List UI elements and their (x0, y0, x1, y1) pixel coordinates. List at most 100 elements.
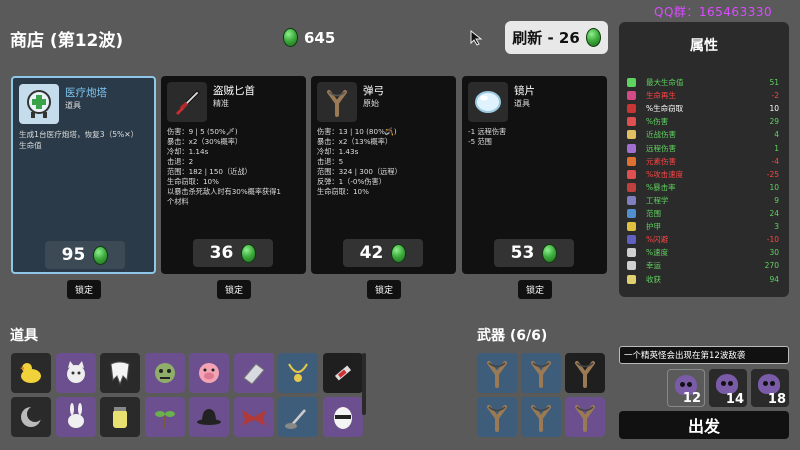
stat-value: 30 (769, 248, 779, 258)
material-gem-icon (93, 245, 109, 265)
stat-line: 个材料 (167, 197, 189, 206)
tooth-icon[interactable] (100, 353, 140, 393)
price-value: 42 (359, 243, 384, 263)
stat-label: 范围 (646, 209, 661, 218)
price-value: 95 (61, 245, 86, 265)
stats-panel: 属性 最大生命值 51 生命再生 -2 %生命窃取 10 %伤害 29 近战伤害 4 远程伤害 1 元素… (619, 22, 789, 297)
buy-button[interactable]: 95 (45, 241, 125, 269)
stat-icon (627, 222, 636, 232)
items-heading: 道具 (10, 328, 38, 344)
enemy-wave-slot[interactable]: 14 (709, 369, 747, 407)
stat-label: %生命窃取 (646, 104, 684, 114)
stat-icon (627, 235, 636, 245)
stat-value: -4 (771, 156, 779, 166)
lock-button[interactable]: 锁定 (67, 280, 101, 299)
stat-value: 94 (769, 274, 779, 284)
stat-row[interactable]: %速度 30 (627, 247, 779, 258)
crescent-icon[interactable] (11, 397, 51, 437)
material-gem-icon (585, 28, 601, 47)
slingshot-icon[interactable] (477, 397, 517, 437)
shop-card[interactable]: 镜片 道具 -1 远程伤害 -5 范围 53 (462, 76, 607, 274)
refresh-button[interactable]: 刷新 - 26 (505, 21, 608, 54)
stat-line: 生命窃取：10% (167, 177, 219, 186)
material-gem-icon (283, 28, 298, 47)
stat-icon (627, 169, 636, 179)
stat-label: %速度 (646, 248, 669, 258)
bowler-hat-icon[interactable] (189, 397, 229, 437)
stat-row[interactable]: 范围 24 (627, 208, 779, 219)
buy-button[interactable]: 42 (343, 239, 423, 267)
material-gem-icon (391, 243, 407, 263)
stat-icon (627, 91, 636, 101)
buy-button[interactable]: 53 (494, 239, 574, 267)
shop-card[interactable]: 弹弓 原始 伤害：13 | 10 (80%🪃) 暴击：x2（13%概率） 冷却：… (311, 76, 456, 274)
currency-display: 645 (283, 28, 335, 47)
stat-row[interactable]: 工程学 9 (627, 195, 779, 206)
item-stats: 伤害：13 | 10 (80%🪃) 暴击：x2（13%概率） 冷却：1.43s … (317, 127, 452, 197)
cat-icon[interactable] (55, 353, 96, 393)
bat-wings-icon[interactable] (233, 397, 274, 437)
lock-button[interactable]: 锁定 (367, 280, 401, 299)
sprout-icon[interactable] (144, 397, 185, 437)
stat-icon (627, 143, 636, 153)
stat-line: 伤害：9 | 5 (50%🗡) (167, 127, 238, 136)
jar-icon[interactable] (100, 397, 140, 437)
stat-row[interactable]: %生命窃取 10 (627, 103, 779, 114)
stat-value: 24 (769, 209, 779, 218)
item-name: 弹弓 (363, 85, 384, 97)
slingshot-icon[interactable] (565, 353, 605, 393)
stat-row[interactable]: 收获 94 (627, 274, 779, 285)
syringe-icon[interactable] (322, 353, 363, 393)
stat-label: 远程伤害 (646, 143, 676, 153)
stat-icon (627, 248, 636, 258)
metal-detector-icon[interactable] (278, 397, 318, 437)
duck-icon[interactable] (11, 353, 51, 393)
eraser-icon[interactable] (233, 353, 274, 393)
stat-line: 伤害：13 | 10 (80%🪃) (317, 127, 397, 136)
slingshot-icon[interactable] (565, 397, 605, 437)
shop-card[interactable]: 医疗炮塔 道具 生成1台医疗炮塔，恢复3（5%✕） 生命值 95 (11, 76, 156, 274)
stat-label: %暴击率 (646, 182, 676, 192)
slingshot-icon[interactable] (477, 353, 517, 393)
item-stats: -1 远程伤害 -5 范围 (468, 127, 603, 147)
stat-line: 范围：324 | 300（远程） (317, 167, 402, 176)
stat-row[interactable]: 元素伤害 -4 (627, 156, 779, 167)
stat-row[interactable]: %暴击率 10 (627, 182, 779, 193)
zombie-icon[interactable] (144, 353, 185, 393)
stat-line: 击退：5 (317, 157, 344, 166)
stat-row[interactable]: 最大生命值 51 (627, 77, 779, 88)
slingshot-icon[interactable] (521, 353, 561, 393)
slingshot-icon[interactable] (521, 397, 561, 437)
stat-icon (627, 156, 636, 166)
enemy-wave-slot[interactable]: 18 (751, 369, 789, 407)
stat-label: 生命再生 (646, 91, 676, 101)
stat-row[interactable]: 护甲 3 (627, 221, 779, 232)
stat-row[interactable]: %攻击速度 -25 (627, 169, 779, 180)
pig-icon[interactable] (189, 353, 229, 393)
stat-label: 幸运 (646, 261, 661, 271)
cursor-icon (470, 30, 483, 46)
stat-row[interactable]: %伤害 29 (627, 116, 779, 127)
rabbit-icon[interactable] (55, 397, 96, 437)
lock-button[interactable]: 锁定 (518, 280, 552, 299)
weapons-heading: 武器 (6/6) (477, 328, 548, 344)
egg-icon[interactable] (322, 397, 363, 437)
necklace-icon[interactable] (278, 353, 318, 393)
stat-row[interactable]: 远程伤害 1 (627, 143, 779, 154)
stat-line: 范围：182 | 150（近战） (167, 167, 252, 176)
enemy-wave-slot[interactable]: 12 (667, 369, 705, 407)
shop-card[interactable]: 盗贼匕首 精准 伤害：9 | 5 (50%🗡) 暴击：x2（30%概率） 冷却：… (161, 76, 306, 274)
items-scrollbar[interactable] (362, 353, 366, 415)
shop-title: 商店 (第12波) (10, 31, 124, 51)
buy-button[interactable]: 36 (193, 239, 273, 267)
lock-button[interactable]: 锁定 (217, 280, 251, 299)
stat-value: 10 (769, 104, 779, 114)
stat-row[interactable]: %闪避 -10 (627, 234, 779, 245)
stat-row[interactable]: 近战伤害 4 (627, 129, 779, 140)
stat-line: 冷却：1.43s (317, 147, 359, 156)
go-button[interactable]: 出发 (619, 411, 789, 439)
stat-row[interactable]: 幸运 270 (627, 260, 779, 271)
stat-line: -1 远程伤害 (468, 127, 507, 136)
stat-row[interactable]: 生命再生 -2 (627, 90, 779, 101)
stats-title: 属性 (690, 38, 718, 54)
